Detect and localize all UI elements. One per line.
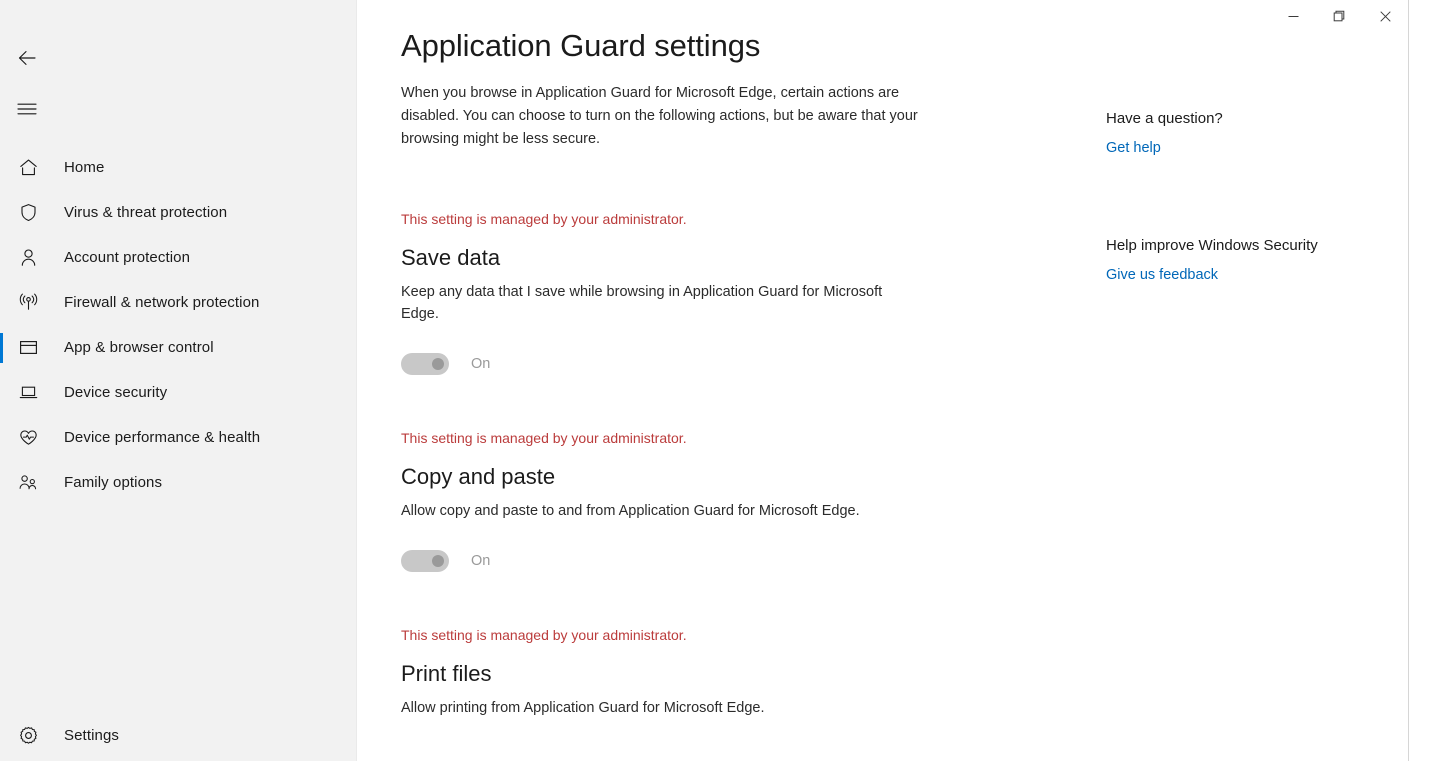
heartbeat-icon [12,422,44,454]
setting-toggle-row: On [401,353,1001,375]
active-accent-bar [0,332,3,363]
sidebar-item-account-protection[interactable]: Account protection [0,235,357,280]
hamburger-menu-button[interactable] [6,90,48,128]
sidebar: Home Virus & threat protection Account p… [0,0,357,761]
setting-toggle-row: On [401,550,1001,572]
back-arrow-icon [18,51,36,65]
admin-managed-note: This setting is managed by your administ… [401,430,687,446]
shield-icon [12,197,44,229]
admin-managed-note: This setting is managed by your administ… [401,211,687,227]
give-us-feedback-link[interactable]: Give us feedback [1106,265,1218,285]
sidebar-item-family-options[interactable]: Family options [0,460,357,505]
window-controls [1270,0,1408,32]
help-group-question: Have a question? Get help [1106,108,1406,158]
sidebar-item-home[interactable]: Home [0,145,357,190]
sidebar-item-label: App & browser control [64,339,214,356]
copy-and-paste-toggle[interactable] [401,550,449,572]
sidebar-item-label: Virus & threat protection [64,204,228,221]
window-icon [12,332,44,364]
laptop-icon [12,377,44,409]
sidebar-nav-list: Home Virus & threat protection Account p… [0,145,357,505]
save-data-toggle[interactable] [401,353,449,375]
setting-section-save-data: This setting is managed by your administ… [401,209,1001,375]
close-icon [1379,10,1391,22]
sidebar-item-firewall-network-protection[interactable]: Firewall & network protection [0,280,357,325]
back-button[interactable] [6,39,48,77]
person-icon [12,242,44,274]
active-accent-bar [0,423,3,453]
active-accent-bar [0,198,3,228]
setting-title: Print files [401,661,492,686]
help-heading: Have a question? [1106,110,1223,127]
sidebar-item-label: Device security [64,384,168,401]
sidebar-item-device-performance-health[interactable]: Device performance & health [0,415,357,460]
help-heading: Help improve Windows Security [1106,237,1318,254]
setting-description: Allow copy and paste to and from Applica… [401,503,860,519]
settings-content: Application Guard settings When you brow… [357,0,1429,761]
sidebar-item-virus-threat-protection[interactable]: Virus & threat protection [0,190,357,235]
sidebar-item-app-browser-control[interactable]: App & browser control [0,325,357,370]
windows-security-window: Home Virus & threat protection Account p… [0,0,1429,761]
sidebar-item-label: Device performance & health [64,429,261,446]
active-accent-bar [0,378,3,408]
toggle-state-label: On [471,356,491,372]
setting-section-copy-and-paste: This setting is managed by your administ… [401,428,1001,572]
toggle-knob [432,555,444,567]
main-content-area: Application Guard settings When you brow… [357,0,1429,761]
page-title: Application Guard settings [401,28,761,63]
family-icon [12,467,44,499]
setting-description: Allow printing from Application Guard fo… [401,700,765,716]
active-accent-bar [0,243,3,273]
sidebar-item-label: Home [64,159,105,176]
gear-icon [12,720,44,752]
sidebar-item-device-security[interactable]: Device security [0,370,357,415]
hamburger-icon [17,103,37,115]
active-accent-bar [0,153,3,183]
help-group-feedback: Help improve Windows Security Give us fe… [1106,235,1406,285]
sidebar-item-label: Family options [64,474,163,491]
setting-description: Keep any data that I save while browsing… [401,284,883,322]
setting-title: Save data [401,245,501,270]
sidebar-item-label: Firewall & network protection [64,294,260,311]
sidebar-item-label: Account protection [64,249,191,266]
get-help-link[interactable]: Get help [1106,138,1161,158]
minimize-icon [1288,15,1298,17]
toggle-knob [432,358,444,370]
page-description: When you browse in Application Guard for… [401,85,918,147]
restore-button[interactable] [1316,0,1362,32]
toggle-state-label: On [471,553,491,569]
setting-title: Copy and paste [401,464,556,489]
sidebar-item-label: Settings [64,727,119,744]
sidebar-item-settings[interactable]: Settings [0,713,357,758]
minimize-button[interactable] [1270,0,1316,32]
active-accent-bar [0,468,3,498]
close-button[interactable] [1362,0,1408,32]
help-panel: Have a question? Get help Help improve W… [1106,108,1406,285]
active-accent-bar [0,288,3,318]
setting-section-print-files: This setting is managed by your administ… [401,625,1001,719]
home-icon [12,152,44,184]
restore-icon [1333,10,1345,22]
admin-managed-note: This setting is managed by your administ… [401,627,687,643]
signal-icon [12,287,44,319]
